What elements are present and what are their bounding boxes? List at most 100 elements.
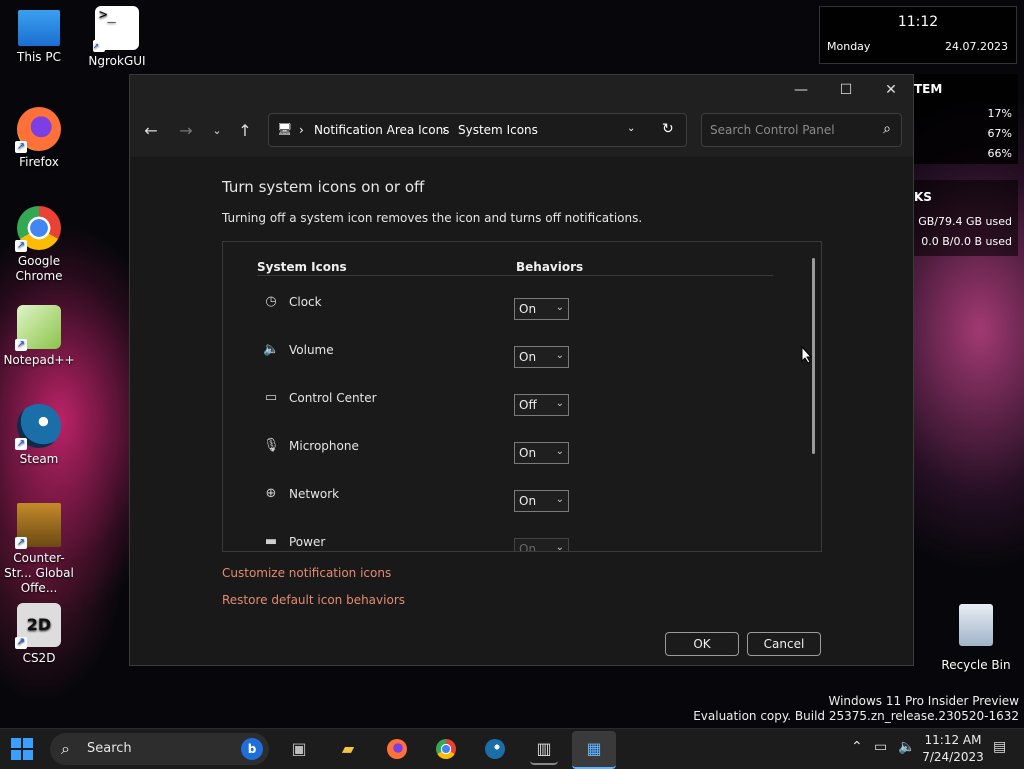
firefox-icon: ↗ xyxy=(15,107,61,153)
select-value: On xyxy=(519,446,537,460)
breadcrumb-separator: › xyxy=(299,123,304,137)
microphone-behavior-select[interactable]: On ⌄ xyxy=(514,442,569,464)
desktop-icon-this-pc[interactable]: This PC xyxy=(1,10,77,65)
csgo-icon: ↗ xyxy=(15,503,61,549)
power-behavior-select[interactable]: On ⌄ xyxy=(514,538,569,551)
chevron-down-icon: ⌄ xyxy=(555,398,564,409)
navigation-bar: ← → ⌄ ↑ 🖥 › Notification Area Icons › Sy… xyxy=(130,105,913,158)
volume-behavior-select[interactable]: On ⌄ xyxy=(514,346,569,368)
list-item-label: Power xyxy=(289,535,326,549)
taskbar-date: 7/24/2023 xyxy=(922,750,984,764)
volume-icon: 🔈 xyxy=(263,342,280,357)
network-tray-icon[interactable]: ▭ xyxy=(874,739,887,755)
list-item-label: Clock xyxy=(289,295,322,309)
breadcrumb-separator: › xyxy=(442,123,447,137)
content-area: Turn system icons on or off Turning off … xyxy=(130,157,913,665)
clock-behavior-select[interactable]: On ⌄ xyxy=(514,298,569,320)
desktop-icon-label: Notepad++ xyxy=(3,353,75,367)
column-header-behaviors: Behaviors xyxy=(516,260,584,274)
network-behavior-select[interactable]: On ⌄ xyxy=(514,490,569,512)
desktop-icon-cs2d[interactable]: 2D ↗ CS2D xyxy=(1,603,77,666)
breadcrumb-system-icons[interactable]: System Icons xyxy=(458,123,538,137)
recycle-bin-icon xyxy=(959,604,993,646)
close-button[interactable]: ✕ xyxy=(868,75,914,105)
task-view-icon[interactable]: ▣ xyxy=(285,735,313,763)
address-bar[interactable]: 🖥 › Notification Area Icons › System Ico… xyxy=(268,113,687,147)
breadcrumb-notification-area-icons[interactable]: Notification Area Icons xyxy=(314,123,449,137)
list-item-label: Microphone xyxy=(289,439,359,453)
taskbar-time: 11:12 AM xyxy=(924,733,982,747)
maximize-button[interactable]: ☐ xyxy=(823,75,869,105)
page-description: Turning off a system icon removes the ic… xyxy=(222,211,643,225)
up-arrow-icon[interactable]: ↑ xyxy=(233,119,257,143)
disk-widget-header: KS xyxy=(914,190,932,204)
steam-icon: ↗ xyxy=(15,404,61,450)
forward-arrow-icon[interactable]: → xyxy=(174,119,198,143)
watermark-line: Evaluation copy. Build 25375.zn_release.… xyxy=(693,709,1019,723)
taskbar: ⌕ Search b ▣ ▰ ▥ ▦ ⌃ ▭ 🔈 11:12 AM 7/24/2… xyxy=(0,728,1024,769)
address-dropdown-chevron-icon[interactable]: ⌄ xyxy=(627,123,635,134)
mouse-cursor-icon xyxy=(801,346,813,364)
desktop-icon-csgo[interactable]: ↗ Counter-Str... Global Offe... xyxy=(1,503,77,596)
search-control-panel-input[interactable]: Search Control Panel ⌕ xyxy=(701,113,902,147)
taskbar-steam-icon[interactable] xyxy=(481,735,509,763)
desktop-icon-steam[interactable]: ↗ Steam xyxy=(1,404,77,467)
minimize-button[interactable]: — xyxy=(778,75,824,105)
control-center-behavior-select[interactable]: Off ⌄ xyxy=(514,394,569,416)
notifications-icon[interactable]: ▤ xyxy=(993,739,1006,755)
list-item-label: Control Center xyxy=(289,391,377,405)
cancel-button[interactable]: Cancel xyxy=(747,632,821,656)
recent-locations-chevron-icon[interactable]: ⌄ xyxy=(205,119,229,143)
show-hidden-icons-chevron-icon[interactable]: ⌃ xyxy=(851,739,863,755)
chevron-down-icon: ⌄ xyxy=(555,446,564,457)
file-explorer-icon[interactable]: ▰ xyxy=(334,735,362,763)
volume-tray-icon[interactable]: 🔈 xyxy=(898,739,915,755)
refresh-icon[interactable]: ↻ xyxy=(662,121,674,137)
taskbar-search-box[interactable]: ⌕ Search b xyxy=(50,733,269,765)
widget-date: 24.07.2023 xyxy=(945,40,1008,53)
desktop-icon-label: NgrokGUI xyxy=(88,54,146,68)
clock-icon: ◷ xyxy=(265,294,277,309)
desktop-icon-label: Google Chrome xyxy=(15,254,63,283)
monitor-icon xyxy=(18,10,60,46)
taskbar-firefox-icon[interactable] xyxy=(383,735,411,763)
clock-widget: 11:12 Monday 24.07.2023 xyxy=(819,6,1017,64)
cs2d-icon: 2D ↗ xyxy=(15,603,61,649)
search-icon[interactable]: ⌕ xyxy=(883,121,891,137)
title-bar[interactable]: — ☐ ✕ xyxy=(130,75,913,105)
disk-value: 0.0 B/0.0 B used xyxy=(921,235,1012,248)
desktop-icon-label: CS2D xyxy=(22,651,56,665)
search-placeholder: Search Control Panel xyxy=(710,123,835,137)
search-icon: ⌕ xyxy=(61,739,70,758)
ok-button[interactable]: OK xyxy=(665,632,739,656)
system-value: 66% xyxy=(987,147,1012,160)
select-value: On xyxy=(519,302,537,316)
chevron-down-icon: ⌄ xyxy=(555,494,564,505)
restore-default-behaviors-link[interactable]: Restore default icon behaviors xyxy=(222,593,405,607)
desktop-icon-recycle-bin[interactable]: Recycle Bin xyxy=(938,600,1014,672)
desktop-icon-notepadpp[interactable]: ↗ Notepad++ xyxy=(1,305,77,368)
desktop-icon-label: Steam xyxy=(19,452,59,466)
control-panel-window: — ☐ ✕ ← → ⌄ ↑ 🖥 › Notification Area Icon… xyxy=(129,74,914,666)
start-button[interactable] xyxy=(8,735,36,763)
system-widget: TEM 17% 67% 66% xyxy=(900,74,1018,164)
taskbar-app-icon[interactable]: ▥ xyxy=(530,735,558,765)
desktop-icon-chrome[interactable]: ↗ Google Chrome xyxy=(1,206,77,284)
taskbar-chrome-icon[interactable] xyxy=(432,735,460,763)
select-value: On xyxy=(519,350,537,364)
chevron-down-icon: ⌄ xyxy=(555,350,564,361)
widget-time: 11:12 xyxy=(897,14,939,30)
column-header-system-icons: System Icons xyxy=(257,260,347,274)
chevron-down-icon: ⌄ xyxy=(555,302,564,313)
select-value: Off xyxy=(519,398,537,412)
back-arrow-icon[interactable]: ← xyxy=(139,119,163,143)
system-icons-list[interactable]: System Icons Behaviors ◷ Clock On ⌄ 🔈 Vol… xyxy=(222,241,822,552)
customize-notification-icons-link[interactable]: Customize notification icons xyxy=(222,566,391,580)
control-center-icon: ▭ xyxy=(264,390,278,405)
taskbar-clock[interactable]: 11:12 AM 7/24/2023 xyxy=(918,732,988,766)
taskbar-control-panel-icon[interactable]: ▦ xyxy=(572,731,616,769)
bing-icon[interactable]: b xyxy=(241,738,263,760)
desktop-icon-ngrokgui[interactable]: >_ ↗ NgrokGUI xyxy=(79,6,155,69)
disk-value: 9 GB/79.4 GB used xyxy=(907,215,1012,228)
desktop-icon-firefox[interactable]: ↗ Firefox xyxy=(1,107,77,170)
